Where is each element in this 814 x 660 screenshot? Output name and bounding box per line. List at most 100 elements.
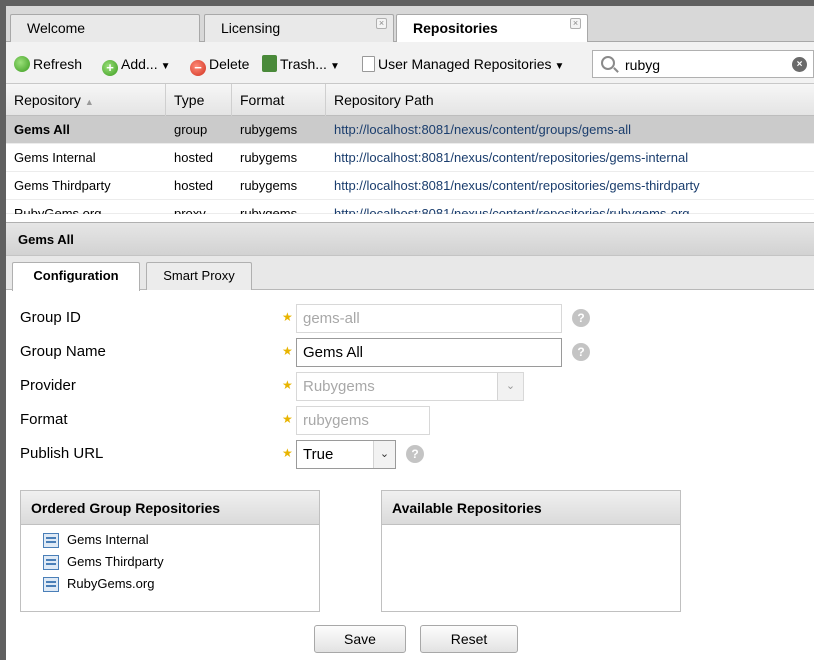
- provider-value: Rubygems: [303, 378, 375, 395]
- required-star-icon: ★: [282, 412, 293, 426]
- required-star-icon: ★: [282, 446, 293, 460]
- column-header-repository-path[interactable]: Repository Path: [326, 84, 814, 116]
- group-name-field[interactable]: [296, 338, 562, 367]
- ordered-group-list: Gems Internal Gems Thirdparty RubyGems.o…: [21, 525, 319, 595]
- cell-repository: Gems Internal: [14, 150, 96, 165]
- trash-button[interactable]: Trash... ▼: [262, 54, 340, 74]
- user-managed-repositories-button[interactable]: User Managed Repositories ▼: [362, 54, 564, 74]
- cell-format: rubygems: [240, 178, 298, 193]
- list-item-label: RubyGems.org: [67, 576, 155, 591]
- cell-format: rubygems: [240, 122, 298, 137]
- ordered-group-repositories-panel: Ordered Group Repositories Gems Internal…: [20, 490, 320, 612]
- document-icon: [362, 56, 375, 72]
- add-button[interactable]: + Add... ▼: [102, 54, 171, 76]
- publish-url-select[interactable]: True ⌄: [296, 440, 396, 469]
- group-name-row: Group Name ★ ?: [20, 337, 620, 367]
- provider-select[interactable]: Rubygems ⌄: [296, 372, 524, 401]
- required-star-icon: ★: [282, 310, 293, 324]
- cell-repository: RubyGems.org: [14, 206, 102, 214]
- cell-type: hosted: [174, 150, 214, 165]
- column-header-format-label: Format: [240, 92, 285, 108]
- group-name-label: Group Name: [20, 343, 106, 360]
- refresh-label: Refresh: [33, 56, 83, 72]
- cell-repository-path[interactable]: http://localhost:8081/nexus/content/repo…: [326, 172, 700, 200]
- help-icon[interactable]: ?: [406, 445, 424, 463]
- column-header-format[interactable]: Format: [232, 84, 326, 116]
- repository-icon: [43, 555, 59, 570]
- sort-ascending-icon: ▲: [84, 97, 94, 107]
- cell-format: rubygems: [240, 206, 298, 214]
- available-repositories-panel: Available Repositories: [381, 490, 681, 612]
- cell-type: group: [174, 122, 208, 137]
- group-id-row: Group ID ★ ?: [20, 303, 620, 333]
- table-row[interactable]: Gems Internal hosted rubygems http://loc…: [6, 144, 814, 172]
- tab-welcome[interactable]: Welcome: [10, 14, 200, 42]
- list-item[interactable]: Gems Thirdparty: [21, 551, 319, 573]
- trash-icon: [262, 55, 277, 72]
- chevron-down-icon: ⌄: [497, 373, 523, 400]
- save-button[interactable]: Save: [314, 625, 406, 653]
- required-star-icon: ★: [282, 378, 293, 392]
- detail-panel-title: Gems All: [6, 222, 814, 256]
- add-label: Add...: [121, 56, 158, 72]
- column-header-type-label: Type: [174, 92, 205, 108]
- tab-bar: Welcome Licensing × Repositories ×: [6, 6, 814, 43]
- publish-url-value: True: [303, 446, 334, 463]
- available-repositories-title: Available Repositories: [382, 491, 680, 525]
- add-dropdown-arrow-icon: ▼: [160, 61, 171, 72]
- help-icon[interactable]: ?: [572, 343, 590, 361]
- list-item[interactable]: RubyGems.org: [21, 573, 319, 595]
- repository-icon: [43, 577, 59, 592]
- tab-repositories[interactable]: Repositories ×: [396, 14, 588, 43]
- group-id-field[interactable]: [296, 304, 562, 333]
- cell-repository-path[interactable]: http://localhost:8081/nexus/content/repo…: [326, 200, 690, 214]
- refresh-button[interactable]: Refresh: [14, 54, 82, 74]
- reset-button[interactable]: Reset: [420, 625, 518, 653]
- repository-grid: Repository ▲ Type Format Repository Path …: [6, 84, 814, 216]
- table-row[interactable]: Gems Thirdparty hosted rubygems http://l…: [6, 172, 814, 200]
- cell-repository-path[interactable]: http://localhost:8081/nexus/content/repo…: [326, 144, 688, 172]
- column-header-type[interactable]: Type: [166, 84, 232, 116]
- list-item-label: Gems Thirdparty: [67, 554, 164, 569]
- format-label: Format: [20, 411, 68, 428]
- configuration-form: Group ID ★ ? Group Name ★ ? Provider ★ R…: [6, 291, 814, 660]
- delete-icon: −: [190, 60, 206, 76]
- detail-tab-strip: Configuration Smart Proxy: [6, 256, 814, 291]
- tab-smart-proxy-label: Smart Proxy: [163, 268, 235, 283]
- tab-configuration-label: Configuration: [33, 268, 119, 283]
- tab-licensing[interactable]: Licensing ×: [204, 14, 394, 42]
- group-id-label: Group ID: [20, 309, 81, 326]
- trash-label: Trash...: [280, 56, 327, 72]
- table-row[interactable]: Gems All group rubygems http://localhost…: [6, 116, 814, 144]
- tab-configuration[interactable]: Configuration: [12, 262, 140, 291]
- cell-repository-path[interactable]: http://localhost:8081/nexus/content/grou…: [326, 116, 631, 144]
- column-header-repository-label: Repository: [14, 92, 81, 108]
- delete-button[interactable]: − Delete: [190, 54, 250, 76]
- cell-type: hosted: [174, 178, 214, 193]
- tab-welcome-label: Welcome: [27, 20, 86, 36]
- table-row[interactable]: RubyGems.org proxy rubygems http://local…: [6, 200, 814, 214]
- format-row: Format ★: [20, 405, 620, 435]
- search-input[interactable]: [625, 55, 775, 75]
- cell-repository: Gems All: [14, 122, 70, 137]
- repository-icon: [43, 533, 59, 548]
- available-repositories-list[interactable]: [382, 525, 680, 611]
- publish-url-row: Publish URL ★ True ⌄ ?: [20, 439, 620, 469]
- list-item[interactable]: Gems Internal: [21, 529, 319, 551]
- toolbar: Refresh + Add... ▼ − Delete Trash... ▼ User …: [6, 42, 814, 84]
- delete-label: Delete: [209, 56, 250, 72]
- tab-smart-proxy[interactable]: Smart Proxy: [146, 262, 252, 290]
- publish-url-label: Publish URL: [20, 445, 104, 462]
- help-icon[interactable]: ?: [572, 309, 590, 327]
- provider-label: Provider: [20, 377, 76, 394]
- provider-row: Provider ★ Rubygems ⌄: [20, 371, 620, 401]
- column-header-repository[interactable]: Repository ▲: [6, 84, 166, 116]
- column-header-path-label: Repository Path: [334, 92, 434, 108]
- tab-repositories-close-icon[interactable]: ×: [570, 18, 581, 29]
- refresh-icon: [14, 56, 30, 72]
- ordered-group-repositories-title: Ordered Group Repositories: [21, 491, 319, 525]
- clear-search-icon[interactable]: ×: [792, 57, 807, 72]
- format-field[interactable]: [296, 406, 430, 435]
- tab-repositories-label: Repositories: [413, 20, 498, 36]
- tab-licensing-close-icon[interactable]: ×: [376, 18, 387, 29]
